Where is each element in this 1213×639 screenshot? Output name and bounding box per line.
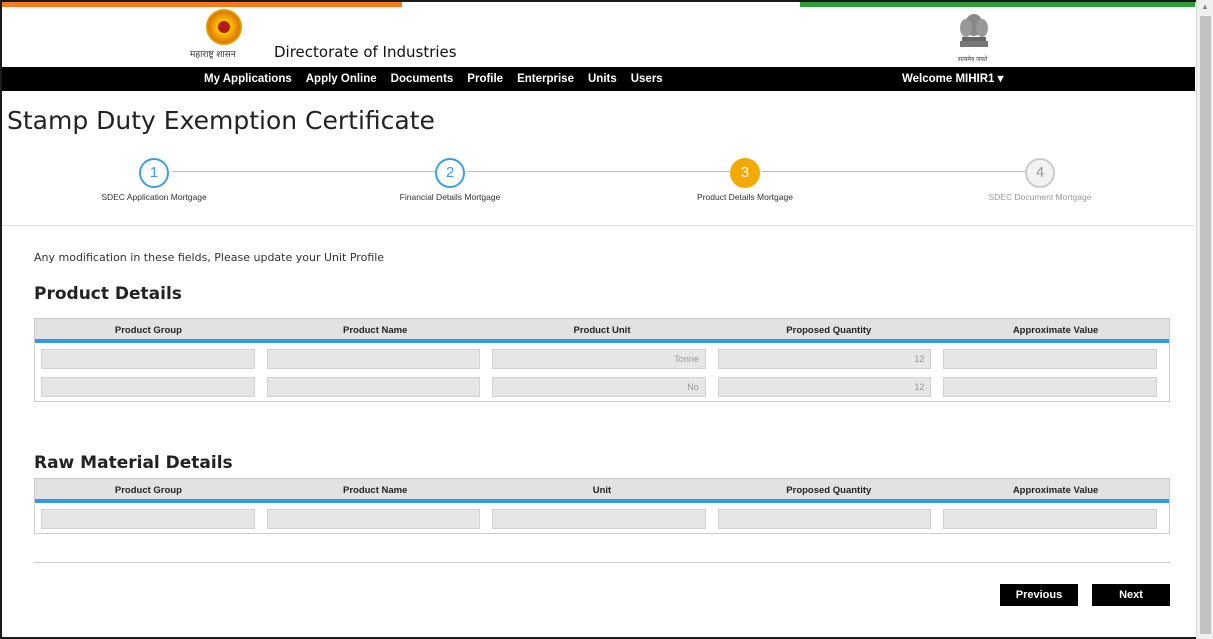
- col-proposed-quantity: Proposed Quantity: [786, 485, 872, 496]
- step-connector: [467, 171, 730, 172]
- col-product-group: Product Group: [114, 325, 182, 336]
- maharashtra-seal-logo: [206, 9, 242, 45]
- step-1-circle[interactable]: 1: [139, 158, 169, 188]
- step-2-label: Financial Details Mortgage: [399, 192, 501, 202]
- nav-profile[interactable]: Profile: [467, 73, 503, 85]
- product-group-field[interactable]: [41, 509, 255, 529]
- table-header: Product Group Product Name Product Unit …: [35, 319, 1169, 343]
- emblem-motto: सत्यमेव जयते: [958, 57, 988, 63]
- step-2-circle[interactable]: 2: [435, 158, 465, 188]
- nav-units[interactable]: Units: [588, 73, 617, 85]
- col-approximate-value: Approximate Value: [1012, 485, 1099, 496]
- col-product-group: Product Group: [114, 485, 182, 496]
- col-proposed-quantity: Proposed Quantity: [786, 325, 872, 336]
- unit-field[interactable]: [492, 509, 706, 529]
- state-logo-text: महाराष्ट्र शासन: [190, 49, 236, 59]
- table-header: Product Group Product Name Unit Proposed…: [35, 479, 1169, 503]
- scroll-up-icon[interactable]: ▲: [1201, 2, 1209, 11]
- nav-apply-online[interactable]: Apply Online: [306, 73, 377, 85]
- nav-enterprise[interactable]: Enterprise: [517, 73, 574, 85]
- nav-documents[interactable]: Documents: [391, 73, 454, 85]
- product-unit-field[interactable]: No: [492, 377, 706, 397]
- col-product-name: Product Name: [342, 325, 408, 336]
- table-row: Tonne 12: [35, 345, 1169, 373]
- main-navbar: My Applications Apply Online Documents P…: [2, 67, 1195, 91]
- vertical-scrollbar[interactable]: ▲: [1196, 0, 1213, 639]
- nav-my-applications[interactable]: My Applications: [204, 73, 292, 85]
- previous-button[interactable]: Previous: [1000, 584, 1078, 606]
- step-connector: [762, 171, 1025, 172]
- approximate-value-field[interactable]: [943, 349, 1157, 369]
- step-connector: [172, 171, 435, 172]
- site-header: महाराष्ट्र शासन Directorate of Industrie…: [2, 7, 1195, 67]
- step-3-label: Product Details Mortgage: [697, 192, 793, 202]
- product-name-field[interactable]: [266, 509, 481, 529]
- nav-users[interactable]: Users: [631, 73, 663, 85]
- col-approximate-value: Approximate Value: [1012, 325, 1099, 336]
- step-1-label: SDEC Application Mortgage: [101, 192, 207, 202]
- user-menu-dropdown[interactable]: Welcome MIHIR1 ▾: [902, 67, 1003, 91]
- site-title: Directorate of Industries: [274, 43, 457, 61]
- step-4-label: SDEC Document Mortgage: [988, 192, 1092, 202]
- nav-menu: My Applications Apply Online Documents P…: [204, 67, 677, 91]
- table-row: [35, 505, 1169, 533]
- form-content: Any modification in these fields, Please…: [2, 225, 1195, 639]
- step-4-circle: 4: [1025, 158, 1055, 188]
- proposed-quantity-field[interactable]: [717, 509, 932, 529]
- proposed-quantity-field[interactable]: 12: [717, 349, 932, 369]
- raw-material-details-title: Raw Material Details: [34, 453, 233, 473]
- next-button[interactable]: Next: [1092, 584, 1170, 606]
- proposed-quantity-field[interactable]: 12: [717, 377, 932, 397]
- product-name-field[interactable]: [266, 377, 481, 397]
- page-title: Stamp Duty Exemption Certificate: [7, 106, 435, 135]
- col-unit: Unit: [592, 485, 612, 496]
- form-divider: [34, 562, 1170, 563]
- unit-profile-note: Any modification in these fields, Please…: [34, 251, 385, 264]
- raw-material-details-table: Product Group Product Name Unit Proposed…: [34, 478, 1170, 534]
- national-emblem-logo: [960, 14, 988, 47]
- product-details-table: Product Group Product Name Product Unit …: [34, 318, 1170, 402]
- product-details-title: Product Details: [34, 284, 182, 304]
- product-name-field[interactable]: [266, 349, 481, 369]
- product-group-field[interactable]: [41, 377, 255, 397]
- col-product-name: Product Name: [342, 485, 408, 496]
- scrollbar-thumb[interactable]: [1200, 16, 1211, 634]
- product-group-field[interactable]: [41, 349, 255, 369]
- wizard-stepper: 1 SDEC Application Mortgage 2 Financial …: [2, 155, 1195, 225]
- approximate-value-field[interactable]: [943, 509, 1157, 529]
- col-product-unit: Product Unit: [573, 325, 631, 336]
- product-unit-field[interactable]: Tonne: [492, 349, 706, 369]
- step-3-circle[interactable]: 3: [730, 158, 760, 188]
- table-row: No 12: [35, 373, 1169, 401]
- approximate-value-field[interactable]: [943, 377, 1157, 397]
